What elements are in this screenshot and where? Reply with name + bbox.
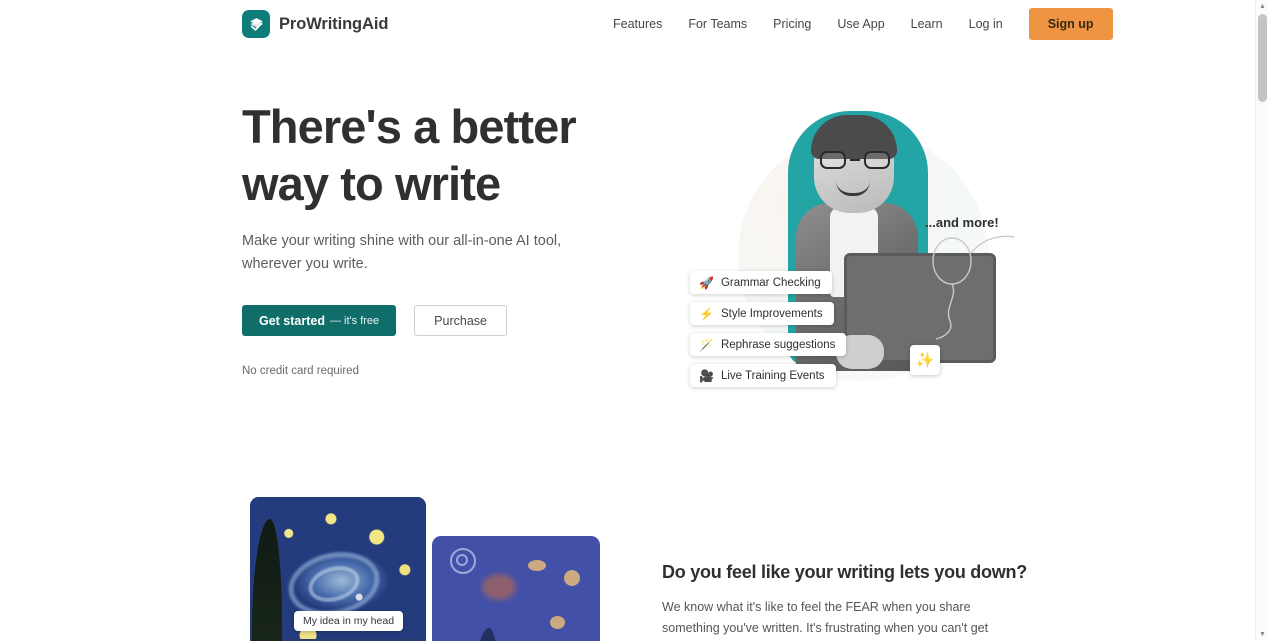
scrollbar-thumb[interactable]: [1258, 14, 1267, 102]
star-blob: [550, 616, 565, 629]
primary-nav: Features For Teams Pricing Use App Learn…: [600, 8, 1113, 40]
simplified-blue-sketch: [432, 536, 600, 641]
sign-up-button[interactable]: Sign up: [1028, 8, 1113, 40]
my-idea-in-my-head-label: My idea in my head: [294, 611, 404, 631]
get-started-button[interactable]: Get started — it's free: [242, 305, 397, 336]
brand-logo-link[interactable]: ProWritingAid: [242, 10, 388, 38]
lightning-bolt-icon: ⚡: [699, 306, 714, 321]
hero-copy: There's a better way to write Make your …: [242, 98, 632, 377]
nav-item-learn[interactable]: Learn: [898, 11, 956, 37]
browser-viewport: ProWritingAid Features For Teams Pricing…: [0, 0, 1268, 641]
feature-chip-list: 🚀 Grammar Checking ⚡ Style Improvements …: [690, 271, 847, 387]
prowritingaid-book-check-icon: [242, 10, 270, 38]
scribble-shape: [456, 554, 468, 566]
page-content: ProWritingAid Features For Teams Pricing…: [0, 0, 1255, 641]
nav-item-pricing[interactable]: Pricing: [760, 11, 824, 37]
rocket-icon: 🚀: [699, 275, 714, 290]
feature-chip-label: Rephrase suggestions: [720, 338, 836, 351]
hero-subtitle: Make your writing shine with our all-in-…: [242, 233, 562, 272]
hero-title-line-1: There's a better: [242, 100, 577, 153]
and-more-label: ...and more!: [925, 215, 999, 230]
site-header: ProWritingAid Features For Teams Pricing…: [0, 0, 1255, 48]
feature-chip-rephrase-suggestions[interactable]: 🪄 Rephrase suggestions: [690, 333, 847, 356]
star-blob: [528, 560, 546, 571]
magic-wand-icon: 🪄: [699, 337, 714, 352]
hero-illustration: 🚀 Grammar Checking ⚡ Style Improvements …: [660, 103, 1020, 443]
glasses-icon: [820, 151, 890, 169]
hero-section: There's a better way to write Make your …: [0, 48, 1255, 468]
nav-item-log-in[interactable]: Log in: [956, 11, 1016, 37]
cypress-tree-shape: [476, 628, 498, 641]
feature-chip-label: Live Training Events: [720, 369, 825, 382]
no-credit-card-note: No credit card required: [242, 365, 359, 377]
hero-title-line-2: way to write: [242, 157, 501, 210]
get-started-label: Get started: [259, 313, 325, 328]
scroll-down-arrow-icon[interactable]: ▼: [1256, 628, 1268, 641]
hero-button-group: Get started — it's free Purchase: [242, 305, 632, 336]
page-scrollbar[interactable]: ▲ ▼: [1255, 0, 1268, 641]
movie-camera-icon: 🎥: [699, 368, 714, 383]
get-started-suffix: — it's free: [330, 314, 380, 327]
orange-smudge: [482, 574, 516, 600]
section2-body: We know what it's like to feel the FEAR …: [662, 600, 989, 635]
brand-name: ProWritingAid: [279, 14, 389, 33]
nav-item-use-app[interactable]: Use App: [824, 11, 897, 37]
idea-vs-reality-illustration: My idea in my head: [242, 497, 622, 641]
star-blob: [564, 570, 580, 586]
purchase-button[interactable]: Purchase: [414, 305, 507, 336]
section2-title: Do you feel like your writing lets you d…: [662, 562, 1028, 582]
nav-item-features[interactable]: Features: [600, 11, 675, 37]
feature-chip-label: Style Improvements: [720, 307, 823, 320]
hero-title: There's a better way to write: [242, 98, 632, 212]
feature-chip-label: Grammar Checking: [720, 276, 821, 289]
feature-chip-live-training-events[interactable]: 🎥 Live Training Events: [690, 364, 836, 387]
feature-chip-style-improvements[interactable]: ⚡ Style Improvements: [690, 302, 834, 325]
nav-item-for-teams[interactable]: For Teams: [675, 11, 760, 37]
scroll-up-arrow-icon[interactable]: ▲: [1256, 0, 1268, 13]
sparkles-icon: ✨: [910, 345, 940, 375]
feature-chip-grammar-checking[interactable]: 🚀 Grammar Checking: [690, 271, 832, 294]
section2-copy: Do you feel like your writing lets you d…: [662, 562, 1028, 641]
writing-lets-you-down-section: My idea in my head Do you feel like your…: [0, 468, 1255, 641]
